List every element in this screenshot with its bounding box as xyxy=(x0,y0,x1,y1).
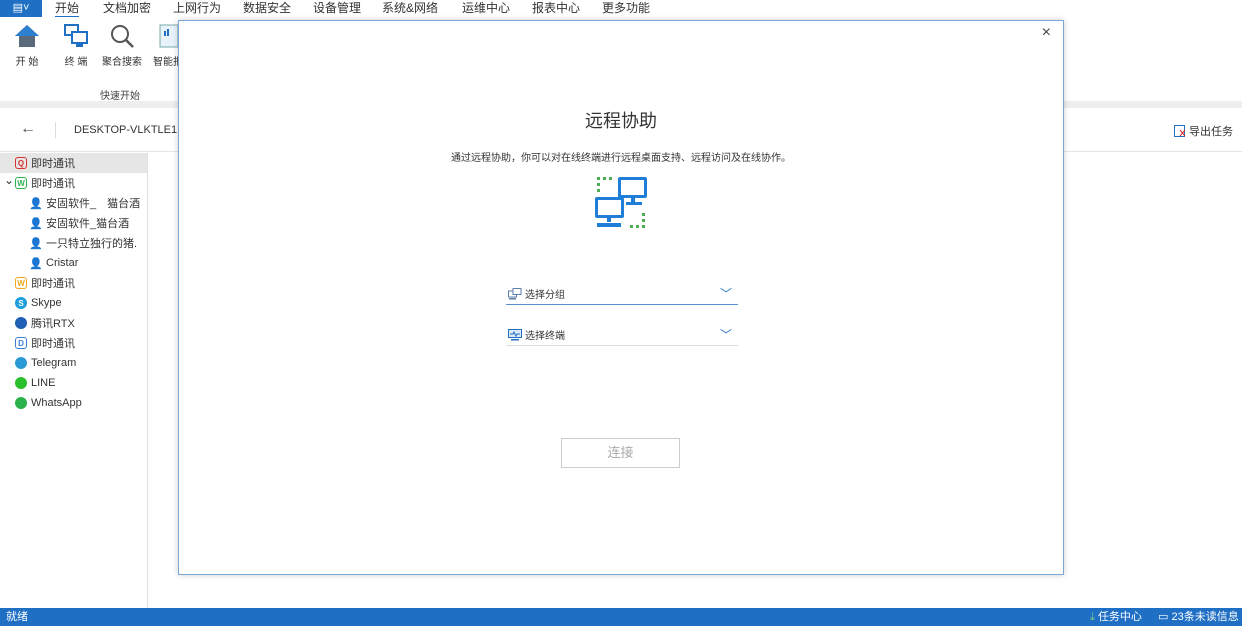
task-center-button[interactable]: ⤓ 任务中心 xyxy=(1090,608,1142,626)
dialog-title: 远程协助 xyxy=(585,111,657,131)
user-icon: 👤 xyxy=(29,257,43,270)
sidebar-item-label: 安固软件_猫台酒 xyxy=(46,218,130,230)
sidebar-item-label: WhatsApp xyxy=(31,397,82,409)
sidebar-item-label: Telegram xyxy=(31,357,77,369)
dialog-description: 通过远程协助，你可以对在线终端进行远程桌面支持、远程访问及在线协作。 xyxy=(451,153,791,164)
home-icon xyxy=(15,25,39,47)
status-bar: 就绪 ⤓ 任务中心 ▭ 23条未读信息 xyxy=(0,608,1242,626)
export-tasks-button[interactable]: 导出任务 xyxy=(1174,123,1233,139)
sidebar-item[interactable]: 腾讯RTX xyxy=(0,313,147,333)
sidebar-item[interactable]: 👤 安固软件_猫台酒 xyxy=(0,213,147,233)
group-select[interactable]: 选择分组 ﹀ xyxy=(506,283,738,305)
group-icon xyxy=(508,287,522,299)
ribbon-start-button[interactable]: 开 始 xyxy=(4,23,50,68)
sidebar-item[interactable]: 👤 Cristar xyxy=(0,253,147,273)
sidebar-item-label: 即时通讯 xyxy=(31,338,75,350)
menu-system-network[interactable]: 系统&网络 xyxy=(382,0,438,16)
menu-bar: ▤˅ 开始 文档加密 上网行为 数据安全 设备管理 系统&网络 运维中心 报表中… xyxy=(0,0,1242,18)
sidebar-item-label: 腾讯RTX xyxy=(31,318,75,330)
sidebar-item-label: 即时通讯 xyxy=(31,158,75,170)
remote-assist-dialog: × 远程协助 通过远程协助，你可以对在线终端进行远程桌面支持、远程访问及在线协作… xyxy=(178,20,1064,575)
user-icon: 👤 xyxy=(29,237,43,250)
search-icon xyxy=(111,25,134,48)
sidebar-item-label: 即时通讯 xyxy=(31,278,75,290)
app-d-icon: D xyxy=(15,337,27,349)
chevron-down-icon[interactable]: ⌄ xyxy=(4,173,14,187)
app-rtx-icon xyxy=(15,317,27,329)
download-icon: ⤓ xyxy=(1090,611,1095,623)
monitor-icon xyxy=(508,328,522,340)
sidebar-item-label: 即时通讯 xyxy=(31,178,75,190)
chevron-down-icon: ﹀ xyxy=(719,328,732,342)
terminal-icon xyxy=(64,24,88,47)
sidebar-item[interactable]: Telegram xyxy=(0,353,147,373)
chevron-down-icon: ﹀ xyxy=(719,287,732,301)
user-icon: 👤 xyxy=(29,217,43,230)
app-menu-button[interactable]: ▤˅ xyxy=(0,0,42,17)
sidebar-item-label: 安固软件_ 猫台酒 xyxy=(46,198,141,210)
sidebar-item-label: 一只特立独行的猪. xyxy=(46,238,138,250)
sidebar-item-label: Cristar xyxy=(46,257,79,269)
ribbon-terminal-button[interactable]: 终 端 xyxy=(53,23,99,68)
app-line-icon xyxy=(15,377,27,389)
message-icon: ▭ xyxy=(1158,611,1169,623)
sidebar-item[interactable]: W 即时通讯 xyxy=(0,273,147,293)
menu-more[interactable]: 更多功能 xyxy=(602,0,650,16)
sidebar-item[interactable]: S Skype xyxy=(0,293,147,313)
menu-web-behavior[interactable]: 上网行为 xyxy=(173,0,221,16)
ribbon-group-label: 快速开始 xyxy=(100,91,140,102)
connect-button[interactable]: 连接 xyxy=(561,438,680,468)
app-tg-icon xyxy=(15,357,27,369)
sidebar-item[interactable]: 👤 一只特立独行的猪. xyxy=(0,233,147,253)
sidebar-item-label: LINE xyxy=(31,377,56,389)
device-name: DESKTOP-VLKTLE1 xyxy=(74,124,178,136)
sidebar-item[interactable]: Q 即时通讯 xyxy=(0,153,147,173)
unread-messages-button[interactable]: ▭ 23条未读信息 xyxy=(1158,608,1239,626)
app-w-icon: W xyxy=(15,177,27,189)
sidebar-item[interactable]: D 即时通讯 xyxy=(0,333,147,353)
sidebar-tree: Q 即时通讯 ⌄ W 即时通讯 👤 安固软件_ 猫台酒 👤 安固软件_猫台酒 👤 一只特立独行的猪.… xyxy=(0,153,148,608)
menu-ops-center[interactable]: 运维中心 xyxy=(462,0,510,16)
status-text: 就绪 xyxy=(6,611,28,623)
menu-start[interactable]: 开始 xyxy=(55,0,80,18)
remote-desktop-icon xyxy=(595,177,647,228)
app-w-icon: W xyxy=(15,277,27,289)
divider xyxy=(55,122,56,138)
menu-device-mgmt[interactable]: 设备管理 xyxy=(313,0,361,16)
sidebar-item[interactable]: WhatsApp xyxy=(0,393,147,413)
ribbon-search-button[interactable]: 聚合搜索 xyxy=(99,23,145,68)
user-icon: 👤 xyxy=(29,197,43,210)
sidebar-item[interactable]: 👤 安固软件_ 猫台酒 xyxy=(0,193,147,213)
app-q-icon: Q xyxy=(15,157,27,169)
terminal-select[interactable]: 选择终端 ﹀ xyxy=(506,324,738,346)
menu-data-security[interactable]: 数据安全 xyxy=(243,0,291,16)
export-icon xyxy=(1174,125,1186,137)
close-icon[interactable]: × xyxy=(1042,24,1051,42)
menu-doc-encrypt[interactable]: 文档加密 xyxy=(103,0,151,16)
app-s-icon: S xyxy=(15,297,27,309)
back-arrow-icon[interactable]: ← xyxy=(20,120,36,138)
sidebar-item-label: Skype xyxy=(31,297,62,309)
app-menu-icon: ▤˅ xyxy=(12,2,30,14)
sidebar-item[interactable]: ⌄ W 即时通讯 xyxy=(0,173,147,193)
app-wa-icon xyxy=(15,397,27,409)
sidebar-item[interactable]: LINE xyxy=(0,373,147,393)
menu-report-center[interactable]: 报表中心 xyxy=(532,0,580,16)
